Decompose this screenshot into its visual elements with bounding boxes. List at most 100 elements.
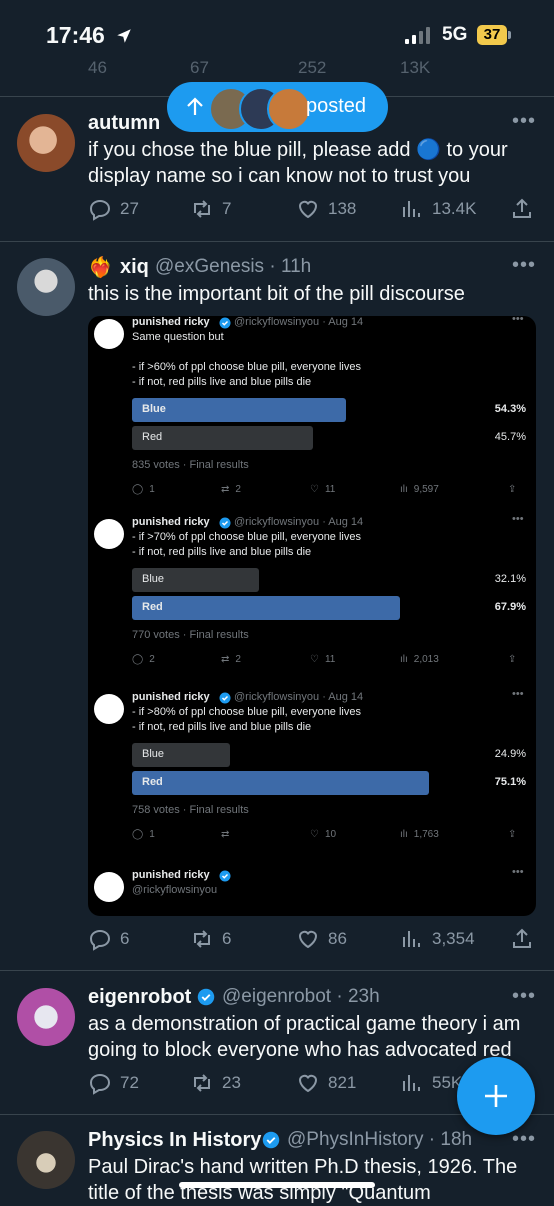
reply-button[interactable]: 46: [88, 50, 107, 86]
embed-reply-count-value: 1: [149, 829, 155, 840]
embed-views-count-value: 9,597: [413, 484, 439, 495]
embed-reply-count-value: 2: [149, 654, 155, 665]
poll-option-bar: Red: [132, 771, 429, 795]
like-button[interactable]: 86: [296, 921, 347, 957]
embed-author-handle: @rickyflowsinyou · Aug 14: [234, 691, 364, 703]
poll-option-label: Blue: [142, 748, 165, 760]
embed-action-icon: ⇄: [221, 829, 230, 840]
reply-icon: [89, 199, 111, 221]
embed-repost-count: ⇄ 2: [221, 654, 241, 665]
heart-icon: [298, 1074, 318, 1093]
more-options-icon[interactable]: •••: [512, 254, 536, 277]
verified-badge-icon: [219, 870, 231, 882]
embedded-image[interactable]: punished ricky @rickyflowsinyou · Aug 14 •…: [88, 316, 536, 916]
embed-like-count: ♡ 10: [310, 829, 336, 840]
embed-author-name: punished ricky: [132, 316, 210, 328]
embed-avatar: [94, 872, 124, 902]
poll-option-percent: 67.9%: [494, 601, 526, 613]
battery-level: 37: [477, 25, 507, 45]
views-button[interactable]: 13.4K: [400, 191, 476, 227]
views-button[interactable]: 3,354: [400, 921, 475, 957]
reply-button[interactable]: 27: [88, 191, 139, 227]
views-button[interactable]: 13K: [400, 50, 430, 86]
views-button[interactable]: 55K: [400, 1065, 462, 1101]
network-label: 5G: [442, 24, 468, 45]
embed-action-icon: ♡: [310, 654, 319, 665]
status-time: 17:46: [46, 22, 105, 48]
author-handle[interactable]: @PhysInHistory · 18h: [287, 1129, 472, 1151]
avatar[interactable]: [17, 988, 75, 1046]
poll-option-percent: 24.9%: [494, 748, 526, 760]
heart-fire-emoji: ❤️‍🔥: [88, 257, 113, 279]
embed-action-icon: ◯: [132, 829, 144, 840]
author-name[interactable]: autumn: [88, 112, 160, 135]
embed-like-count-value: 10: [324, 829, 337, 840]
embed-avatar: [94, 519, 124, 549]
new-posts-pill[interactable]: posted: [167, 82, 388, 132]
tweet-actions: 27 7 138 13.4K: [0, 191, 554, 227]
poll-option-label: Red: [142, 431, 163, 443]
share-icon: [513, 198, 531, 218]
embed-poll-text: - if not, red pills live and blue pills …: [132, 546, 312, 558]
repost-button[interactable]: 23: [190, 1065, 241, 1101]
embed-action-icon: ılı: [400, 484, 408, 495]
poll-option-percent: 54.3%: [494, 403, 526, 415]
reply-button[interactable]: 72: [88, 1065, 139, 1101]
tweet-text: if you chose the blue pill, please add 🔵…: [88, 139, 508, 187]
embed-like-count-value: 11: [324, 484, 336, 495]
more-options-icon[interactable]: •••: [512, 985, 536, 1008]
reply-button[interactable]: 6: [88, 921, 129, 957]
more-options-icon[interactable]: •••: [512, 110, 536, 133]
like-button[interactable]: 252: [298, 50, 326, 86]
verified-badge-icon: [197, 988, 215, 1006]
more-options-icon[interactable]: •••: [512, 1128, 536, 1151]
poll-option-bar: Blue: [132, 568, 259, 592]
views-icon: [403, 1075, 420, 1091]
repost-button[interactable]: 67: [190, 50, 209, 86]
repost-icon: [194, 200, 210, 218]
embed-author-handle: @rickyflowsinyou · Aug 14: [234, 316, 364, 328]
embed-views-count: ılı 2,013: [400, 654, 439, 665]
repost-button[interactable]: 7: [190, 191, 231, 227]
repost-icon: [194, 1074, 210, 1092]
heart-icon: [298, 930, 318, 949]
avatar[interactable]: [17, 114, 75, 172]
embed-like-count: ♡ 11: [310, 654, 335, 665]
embed-share-icon: ⇪: [508, 484, 517, 495]
author-name[interactable]: xiq: [120, 256, 149, 279]
embed-more-icon: •••: [512, 866, 524, 878]
poll-option-bar: Blue: [132, 398, 347, 422]
embed-repost-count-value: 2: [235, 654, 241, 665]
arrow-up-icon: [187, 97, 203, 115]
poll-votes: 835 votes · Final results: [132, 459, 249, 471]
poll-option-bar: Blue: [132, 743, 231, 767]
poll-option-bar: Red: [132, 426, 313, 450]
embed-repost-count: ⇄: [221, 829, 235, 840]
embed-poll-text: [132, 345, 135, 360]
author-handle[interactable]: @exGenesis · 11h: [155, 256, 311, 278]
author-name[interactable]: Physics In History: [88, 1129, 261, 1152]
divider: [0, 241, 554, 242]
verified-badge-icon: [262, 1131, 280, 1149]
like-button[interactable]: 138: [296, 191, 356, 227]
share-button[interactable]: [510, 921, 534, 957]
poll-option-label: Red: [142, 601, 163, 613]
avatar[interactable]: [17, 258, 75, 316]
avatar[interactable]: [17, 1131, 75, 1189]
embed-more-icon: •••: [512, 688, 524, 700]
compose-button[interactable]: [457, 1057, 535, 1135]
reply-icon: [89, 1073, 111, 1095]
author-name[interactable]: eigenrobot: [88, 986, 191, 1009]
like-button[interactable]: 821: [296, 1065, 356, 1101]
reply-icon: [89, 929, 111, 951]
author-handle[interactable]: @eigenrobot · 23h: [222, 986, 380, 1008]
poll-option-label: Blue: [142, 403, 166, 415]
embed-share-icon: ⇪: [508, 829, 517, 840]
embed-action-icon: ılı: [400, 654, 408, 665]
repost-button[interactable]: 6: [190, 921, 231, 957]
share-button[interactable]: [510, 191, 534, 227]
embed-reply-count: ◯ 1: [132, 484, 155, 495]
divider: [0, 970, 554, 971]
posted-label: posted: [306, 95, 367, 117]
embed-like-count: ♡ 11: [310, 484, 335, 495]
